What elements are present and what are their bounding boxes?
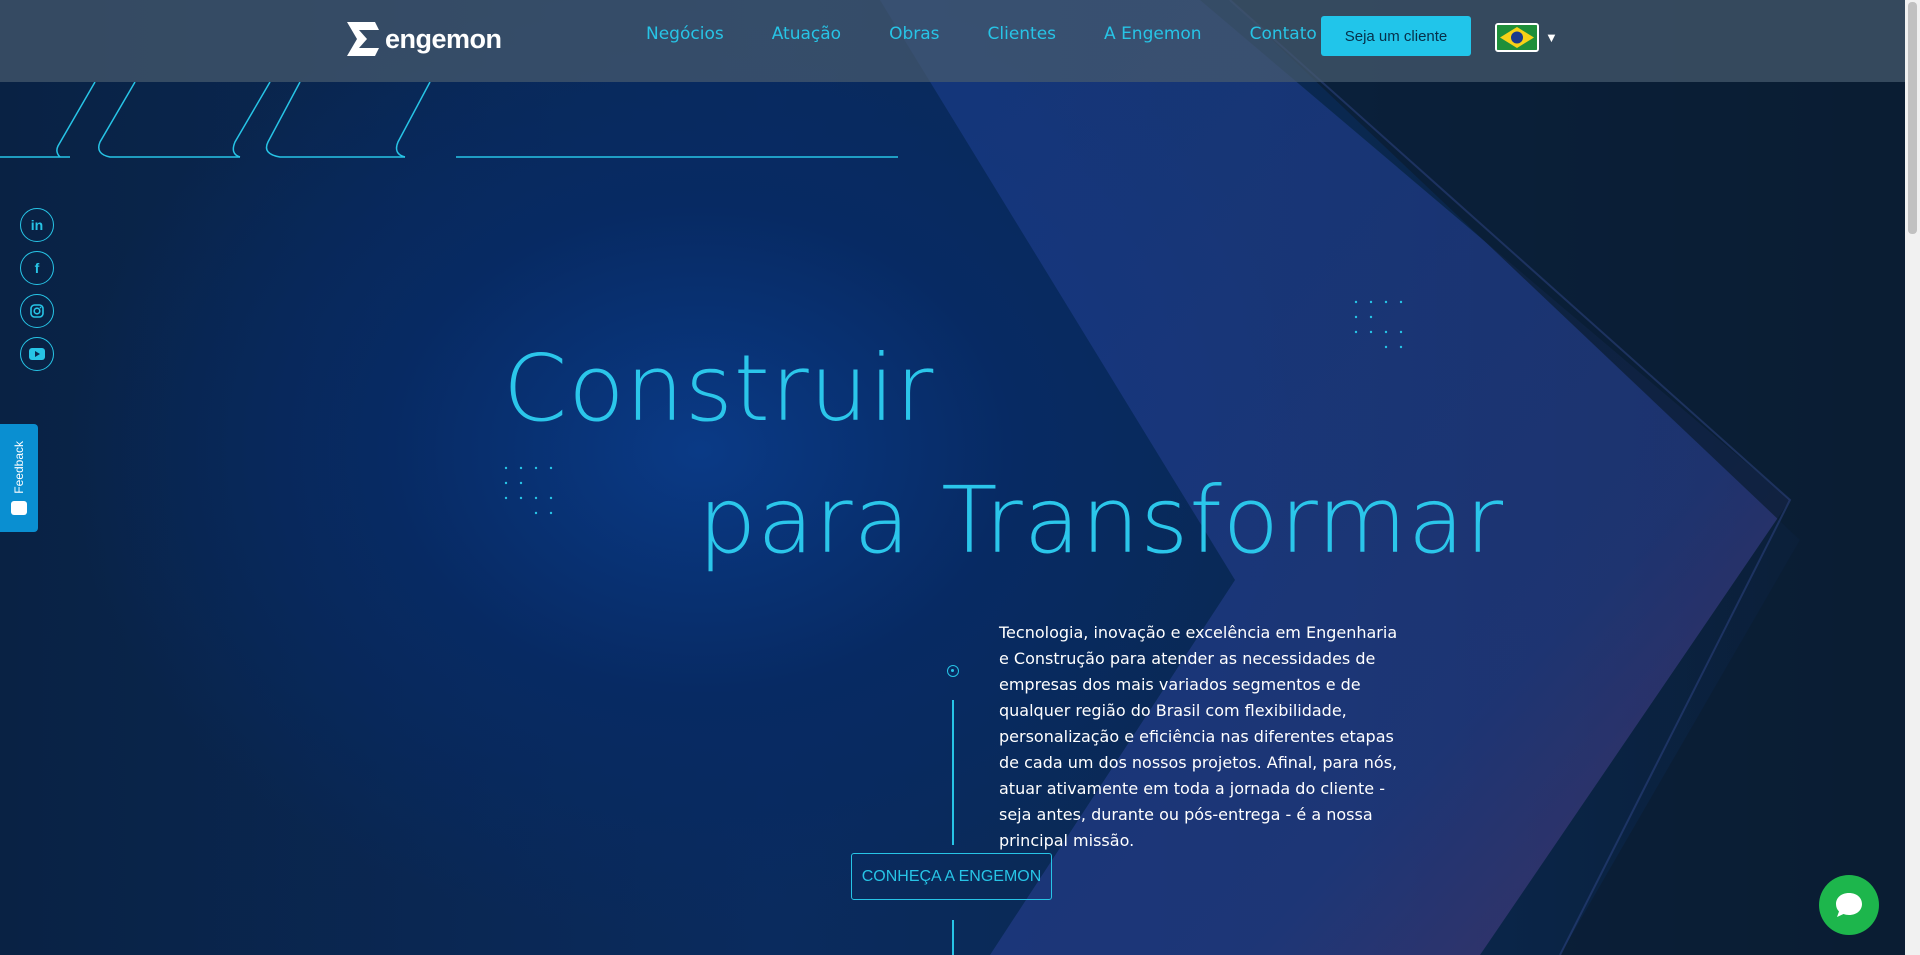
nav-a-engemon[interactable]: A Engemon	[1104, 24, 1202, 44]
timeline-line	[952, 700, 954, 845]
hero-title-line1: Construir	[503, 335, 935, 442]
youtube-icon[interactable]	[20, 337, 54, 371]
engemon-logo-icon	[347, 22, 379, 56]
decorative-dots	[1354, 300, 1403, 349]
language-selector[interactable]: ▼	[1495, 23, 1558, 52]
nav-atuacao[interactable]: Atuação	[772, 24, 841, 44]
linkedin-icon[interactable]: in	[20, 208, 54, 242]
decorative-lines	[0, 82, 898, 158]
social-links: in f	[20, 208, 54, 371]
scrollbar-thumb[interactable]	[1908, 2, 1917, 234]
nav-contato[interactable]: Contato	[1250, 24, 1317, 44]
chevron-down-icon: ▼	[1545, 30, 1558, 45]
brand-logo[interactable]: engemon	[347, 22, 502, 56]
discover-engemon-button[interactable]: CONHEÇA A ENGEMON	[851, 853, 1052, 900]
become-client-button[interactable]: Seja um cliente	[1321, 16, 1471, 56]
nav-clientes[interactable]: Clientes	[988, 24, 1057, 44]
decorative-dots	[504, 466, 553, 515]
chat-button[interactable]	[1819, 875, 1879, 935]
feedback-tab[interactable]: Feedback	[0, 424, 38, 532]
chat-bubble-icon	[1836, 893, 1862, 917]
main-nav: Negócios Atuação Obras Clientes A Engemo…	[646, 24, 1317, 44]
hero-description: Tecnologia, inovação e excelência em Eng…	[999, 623, 1398, 850]
brazil-flag-icon	[1495, 23, 1539, 52]
nav-obras[interactable]: Obras	[889, 24, 939, 44]
nav-negocios[interactable]: Negócios	[646, 24, 724, 44]
hero-title-line2: para Transformar	[698, 467, 1505, 574]
instagram-icon[interactable]	[20, 294, 54, 328]
top-navbar: engemon Negócios Atuação Obras Clientes …	[0, 0, 1905, 82]
brand-name: engemon	[385, 23, 502, 54]
timeline-line	[952, 920, 954, 955]
feedback-label: Feedback	[12, 440, 26, 494]
feedback-icon	[11, 501, 27, 516]
timeline-dot	[947, 665, 959, 677]
facebook-icon[interactable]: f	[20, 251, 54, 285]
